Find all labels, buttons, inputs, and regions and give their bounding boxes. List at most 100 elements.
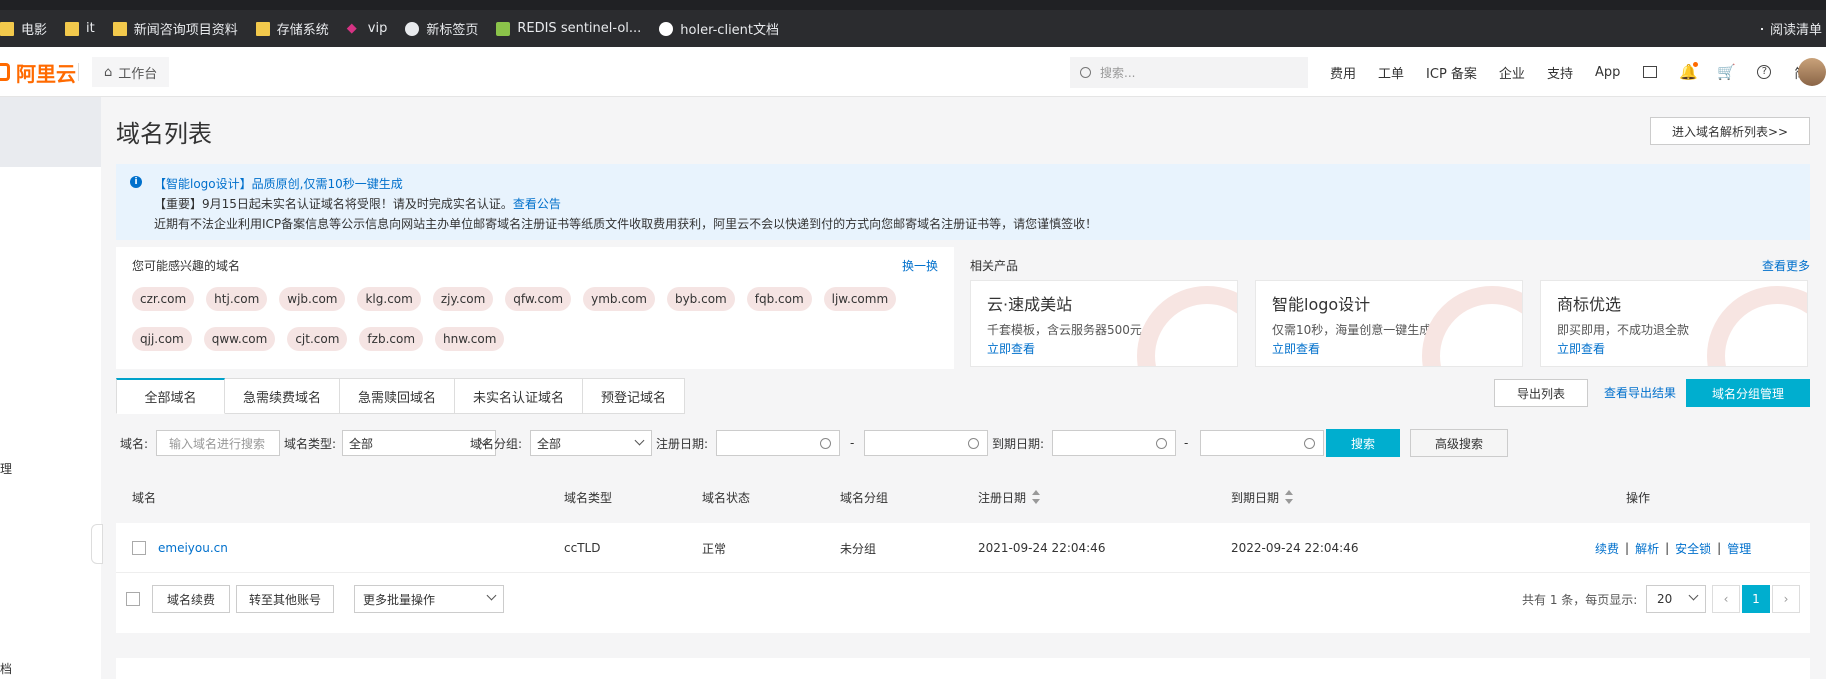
reg-date-start-input[interactable] <box>716 430 840 456</box>
bookmark-holer[interactable]: holer-client文档 <box>659 19 779 38</box>
dns-link[interactable]: 解析 <box>1635 540 1659 557</box>
nav-support[interactable]: 支持 <box>1547 63 1573 82</box>
domain-tag[interactable]: byb.com <box>666 287 735 311</box>
col-exp-date[interactable]: 到期日期 <box>1231 471 1294 523</box>
domain-tag[interactable]: zjy.com <box>432 287 494 311</box>
group-select[interactable]: 全部 <box>530 430 652 456</box>
chevron-down-icon <box>486 590 497 601</box>
view-announcement-link[interactable]: 查看公告 <box>513 197 561 211</box>
terminal-icon[interactable] <box>1642 64 1658 80</box>
sort-icon[interactable] <box>1285 490 1294 504</box>
transfer-account-button[interactable]: 转至其他账号 <box>236 585 334 613</box>
clock-icon <box>1304 438 1315 449</box>
domain-tag[interactable]: klg.com <box>357 287 421 311</box>
page-1-button[interactable]: 1 <box>1742 585 1770 613</box>
bookmark-vip[interactable]: ◆ vip <box>347 21 388 36</box>
domain-tag[interactable]: fzb.com <box>359 327 424 351</box>
select-all-checkbox[interactable] <box>126 592 140 606</box>
bookmark-storage[interactable]: 存储系统 <box>255 19 329 38</box>
renew-link[interactable]: 续费 <box>1595 540 1619 557</box>
bookmark-it[interactable]: it <box>65 21 95 36</box>
export-list-button[interactable]: 导出列表 <box>1494 379 1588 407</box>
avatar[interactable] <box>1798 58 1826 86</box>
tab-all-domains[interactable]: 全部域名 <box>116 378 225 414</box>
range-dash: - <box>1184 436 1189 450</box>
group-manage-button[interactable]: 域名分组管理 <box>1686 379 1810 407</box>
prev-page-button[interactable]: ‹ <box>1712 585 1740 613</box>
sidebar-item-active[interactable] <box>0 97 101 167</box>
reading-list[interactable]: 阅读清单 <box>1760 10 1826 47</box>
nav-icp[interactable]: ICP 备案 <box>1426 63 1477 82</box>
view-export-results-link[interactable]: 查看导出结果 <box>1604 384 1676 401</box>
product-card[interactable]: 智能logo设计 仅需10秒，海量创意一键生成 立即查看 <box>1255 280 1523 367</box>
row-checkbox[interactable] <box>132 541 146 555</box>
domain-tag[interactable]: wjb.com <box>279 287 346 311</box>
bookmark-redis[interactable]: REDIS sentinel-ol... <box>496 21 641 36</box>
aliyun-logo[interactable]: 阿里云 <box>0 47 76 97</box>
clock-icon <box>820 438 831 449</box>
domain-tag[interactable]: qjj.com <box>132 327 192 351</box>
chevron-down-icon <box>634 435 645 446</box>
tab-renew-urgent[interactable]: 急需续费域名 <box>225 378 341 414</box>
col-domain: 域名 <box>132 490 157 505</box>
domain-tag[interactable]: qww.com <box>203 327 276 351</box>
search-input[interactable]: 搜索... <box>1070 57 1308 88</box>
exp-date-start-input[interactable] <box>1052 430 1176 456</box>
nav-app[interactable]: App <box>1595 65 1620 80</box>
page-size-select[interactable]: 20 <box>1646 585 1706 613</box>
product-card[interactable]: 云·速成美站 千套模板，含云服务器500元 立即查看 <box>970 280 1238 367</box>
domain-tag[interactable]: fqb.com <box>746 287 812 311</box>
sort-icon[interactable] <box>1032 490 1041 504</box>
domain-tag[interactable]: htj.com <box>206 287 268 311</box>
col-group: 域名分组 <box>840 490 889 505</box>
range-dash: - <box>850 436 855 450</box>
goto-dns-list-button[interactable]: 进入域名解析列表>> <box>1650 117 1810 145</box>
sidebar-item-manage[interactable]: 理 <box>0 460 12 477</box>
bookmark-news[interactable]: 新闻咨询项目资料 <box>112 19 238 38</box>
bookmark-movies[interactable]: 电影 <box>0 19 47 38</box>
bell-icon[interactable]: 🔔 <box>1679 62 1699 81</box>
domain-tag[interactable]: ljw.comm <box>823 287 897 311</box>
domain-tag[interactable]: qfw.com <box>505 287 572 311</box>
advanced-search-button[interactable]: 高级搜索 <box>1410 429 1508 457</box>
domain-link[interactable]: emeiyou.cn <box>158 523 228 573</box>
search-button[interactable]: 搜索 <box>1326 429 1400 457</box>
domain-search-input[interactable]: 输入域名进行搜索 <box>156 430 280 456</box>
reg-date-label: 注册日期: <box>656 436 709 451</box>
domain-tag[interactable]: czr.com <box>132 287 195 311</box>
sidebar-item-docs[interactable]: 档 <box>0 660 12 677</box>
nav-billing[interactable]: 费用 <box>1330 63 1356 82</box>
console-header: 阿里云 ⌂ 工作台 搜索... 费用 工单 ICP 备案 企业 支持 App 🔔 … <box>0 47 1826 97</box>
tab-redeem-urgent[interactable]: 急需赎回域名 <box>340 378 456 414</box>
tab-preregistered[interactable]: 预登记域名 <box>583 378 686 414</box>
workbench-button[interactable]: ⌂ 工作台 <box>92 57 170 87</box>
batch-renew-button[interactable]: 域名续费 <box>152 585 230 613</box>
batch-ops-select[interactable]: 更多批量操作 <box>354 585 504 613</box>
product-card[interactable]: 商标优选 即买即用，不成功退全款 立即查看 <box>1540 280 1808 367</box>
group-filter-label: 域名分组: <box>470 436 523 451</box>
refresh-suggestions-link[interactable]: 换一换 <box>902 257 938 274</box>
view-more-link[interactable]: 查看更多 <box>1762 257 1810 274</box>
tab-unverified[interactable]: 未实名认证域名 <box>455 378 584 414</box>
nav-ticket[interactable]: 工单 <box>1378 63 1404 82</box>
col-reg-date[interactable]: 注册日期 <box>978 471 1041 523</box>
top-nav: 费用 工单 ICP 备案 企业 支持 App 🔔 🛒 ? 简体 <box>1330 47 1826 97</box>
domain-tag[interactable]: hnw.com <box>435 327 505 351</box>
sidebar-collapse-handle[interactable] <box>91 524 103 564</box>
nav-enterprise[interactable]: 企业 <box>1499 63 1525 82</box>
exp-date-end-input[interactable] <box>1200 430 1324 456</box>
security-lock-link[interactable]: 安全锁 <box>1675 540 1711 557</box>
chevron-down-icon <box>1688 590 1699 601</box>
next-page-button[interactable]: › <box>1772 585 1800 613</box>
reg-date-end-input[interactable] <box>864 430 988 456</box>
logo-promo-link[interactable]: 【智能logo设计】品质原创,仅需10秒一键生成 <box>130 174 1810 194</box>
cart-icon[interactable]: 🛒 <box>1717 63 1736 81</box>
search-icon <box>1080 67 1091 78</box>
bookmark-newtab[interactable]: 新标签页 <box>405 19 478 38</box>
domain-filter-label: 域名: <box>120 436 149 451</box>
domain-tag[interactable]: ymb.com <box>583 287 655 311</box>
bookmarks-bar: 电影 it 新闻咨询项目资料 存储系统 ◆ vip 新标签页 REDIS sent… <box>0 10 1826 47</box>
help-icon[interactable]: ? <box>1756 64 1772 80</box>
domain-tag[interactable]: cjt.com <box>287 327 348 351</box>
manage-link[interactable]: 管理 <box>1727 540 1751 557</box>
